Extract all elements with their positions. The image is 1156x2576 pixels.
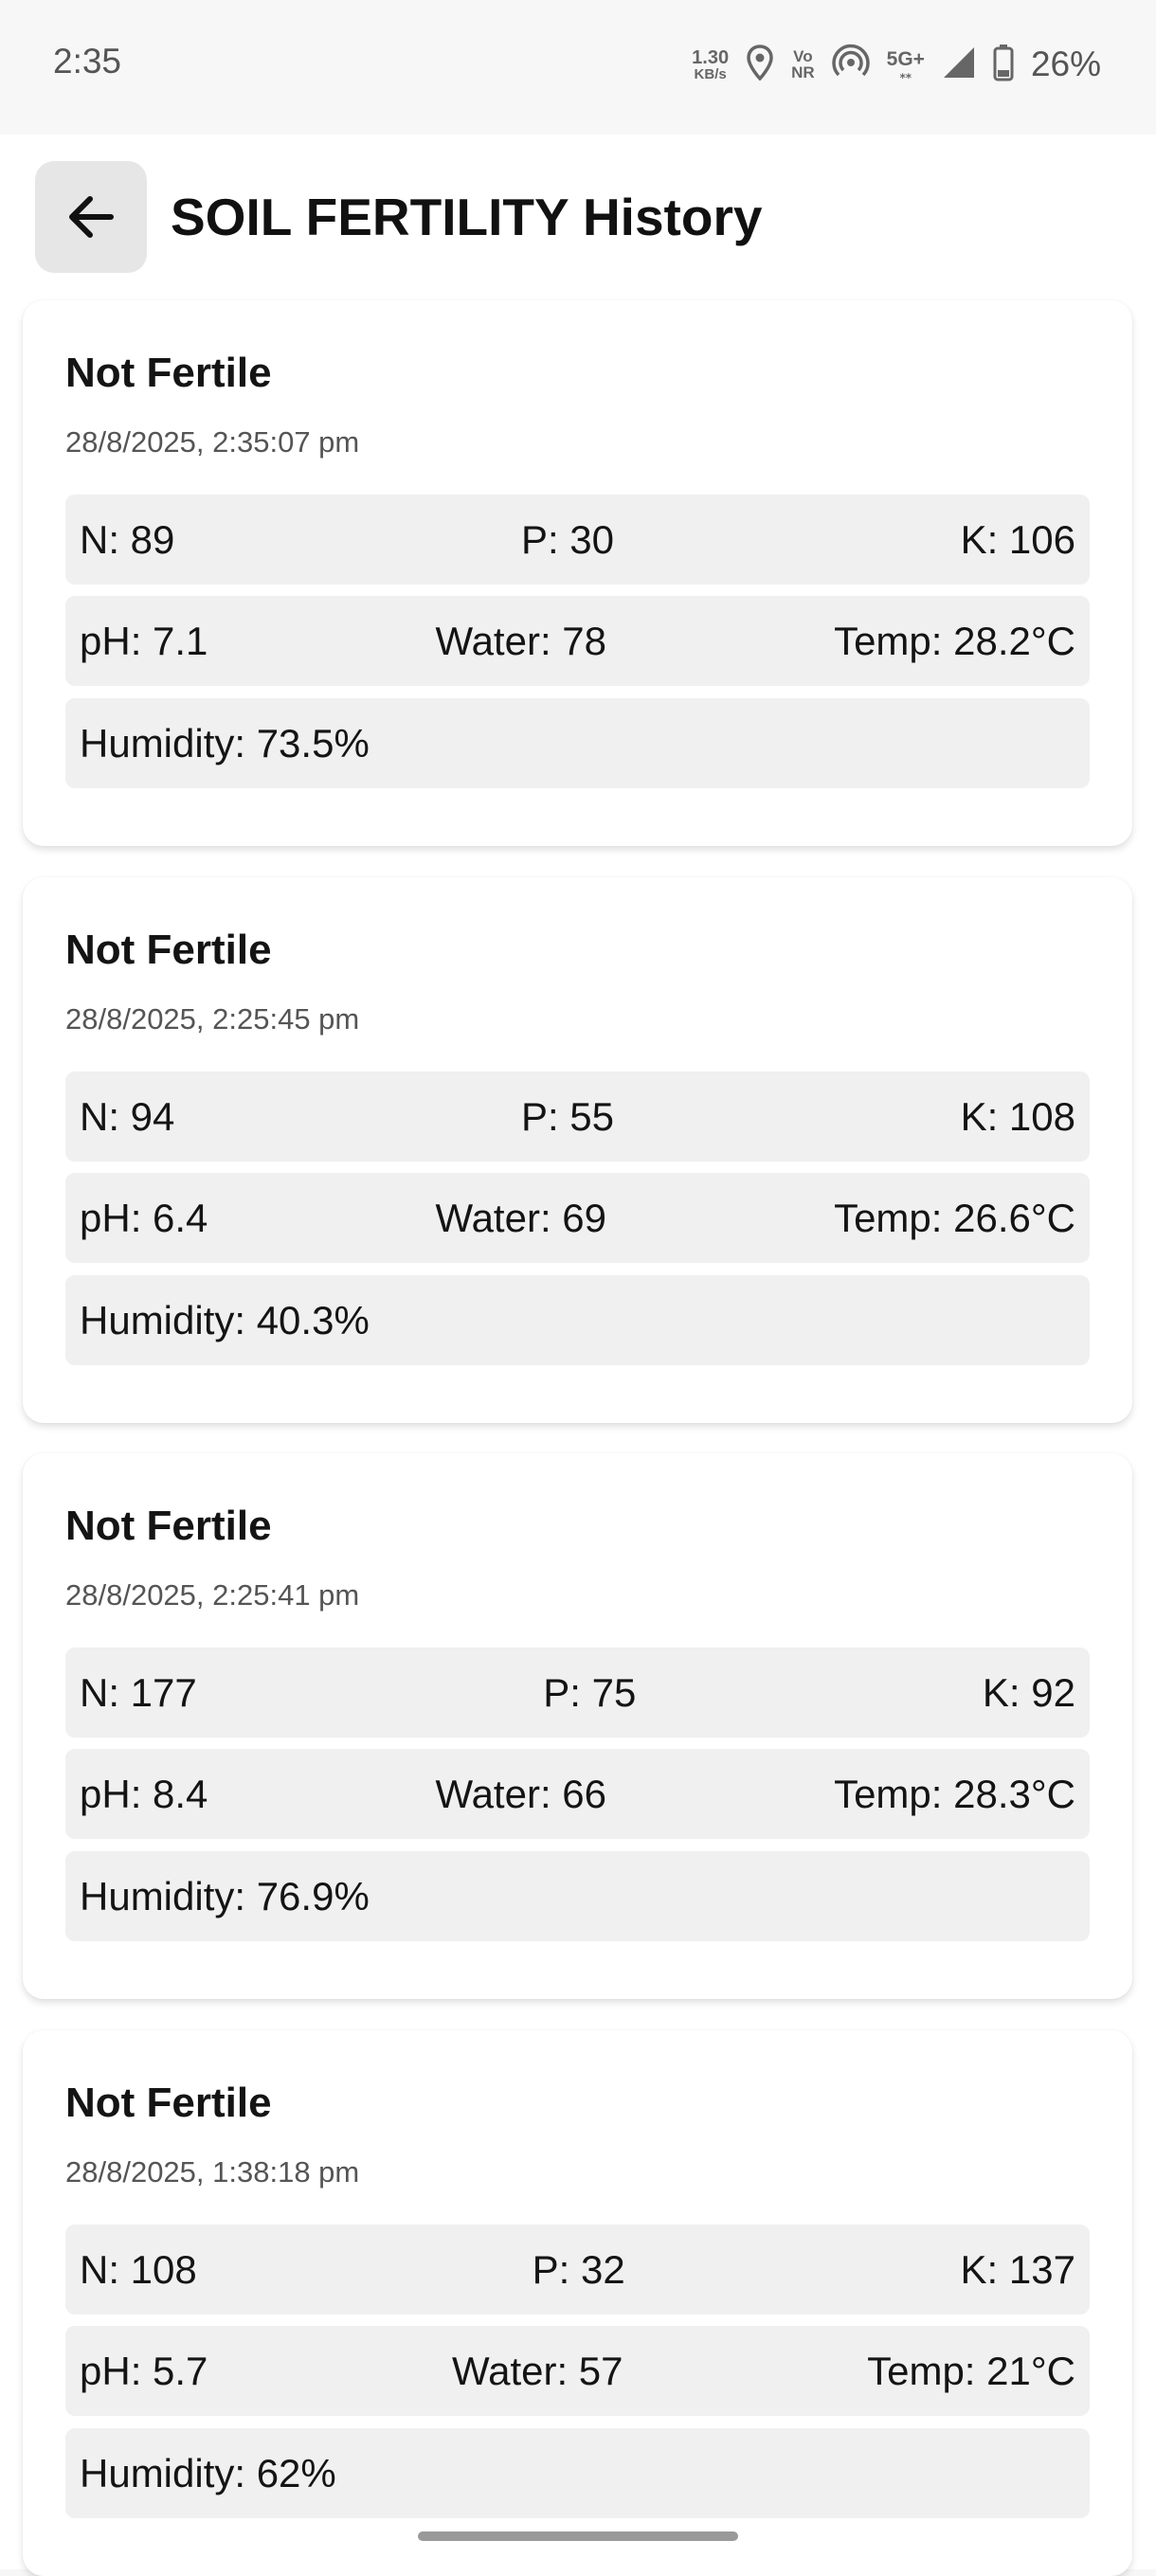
water-value: Water: 57 <box>452 2348 623 2393</box>
humidity-row: Humidity: 73.5% <box>65 698 1090 788</box>
npk-row: N: 89 P: 30 K: 106 <box>65 495 1090 585</box>
home-indicator[interactable] <box>418 2531 738 2541</box>
temperature-value: Temp: 26.6°C <box>834 1195 1075 1240</box>
npk-row: N: 108 P: 32 K: 137 <box>65 2225 1090 2315</box>
vonr-indicator: Vo NR <box>791 48 815 81</box>
humidity-row: Humidity: 62% <box>65 2428 1090 2518</box>
network-speed: 1.30 KB/s <box>692 48 729 81</box>
phosphorus-value: P: 32 <box>532 2246 625 2292</box>
history-card[interactable]: Not Fertile 28/8/2025, 2:35:07 pm N: 89 … <box>23 300 1132 846</box>
status-icons: 1.30 KB/s Vo NR 5G+ ⁎⁎ 26% <box>692 36 1101 93</box>
history-screen: SOIL FERTILITY History Not Fertile 28/8/… <box>0 135 1156 2576</box>
app-header: SOIL FERTILITY History <box>0 135 1156 296</box>
fertility-status: Not Fertile <box>65 1503 272 1549</box>
battery-icon <box>993 44 1014 86</box>
humidity-value: Humidity: 76.9% <box>80 1873 370 1918</box>
potassium-value: K: 92 <box>982 1669 1075 1715</box>
env-row: pH: 6.4 Water: 69 Temp: 26.6°C <box>65 1173 1090 1263</box>
status-bar: 2:35 1.30 KB/s Vo NR 5G+ ⁎⁎ 26% <box>0 0 1156 135</box>
ph-value: pH: 5.7 <box>80 2348 208 2393</box>
env-row: pH: 7.1 Water: 78 Temp: 28.2°C <box>65 596 1090 686</box>
history-card[interactable]: Not Fertile 28/8/2025, 2:25:45 pm N: 94 … <box>23 877 1132 1423</box>
npk-row: N: 177 P: 75 K: 92 <box>65 1648 1090 1738</box>
npk-row: N: 94 P: 55 K: 108 <box>65 1072 1090 1162</box>
network-speed-value: 1.30 <box>692 46 730 68</box>
page-title: SOIL FERTILITY History <box>171 188 763 246</box>
location-icon <box>746 44 774 85</box>
battery-percentage: 26% <box>1030 45 1101 83</box>
status-time: 2:35 <box>53 42 122 81</box>
water-value: Water: 78 <box>435 618 606 663</box>
vonr-top: Vo <box>793 47 813 65</box>
potassium-value: K: 108 <box>960 1093 1075 1139</box>
water-value: Water: 69 <box>435 1195 606 1240</box>
phosphorus-value: P: 30 <box>520 516 615 562</box>
vonr-bottom: NR <box>791 63 815 81</box>
nitrogen-value: N: 108 <box>80 2246 197 2292</box>
temperature-value: Temp: 21°C <box>867 2348 1075 2393</box>
humidity-row: Humidity: 40.3% <box>65 1275 1090 1365</box>
humidity-value: Humidity: 40.3% <box>80 1297 370 1342</box>
record-timestamp: 28/8/2025, 2:25:45 pm <box>65 1002 360 1036</box>
humidity-row: Humidity: 76.9% <box>65 1851 1090 1941</box>
back-button[interactable] <box>35 161 147 273</box>
humidity-value: Humidity: 73.5% <box>80 720 370 766</box>
history-card[interactable]: Not Fertile 28/8/2025, 2:25:41 pm N: 177… <box>23 1453 1132 1999</box>
ph-value: pH: 6.4 <box>80 1195 208 1240</box>
temperature-value: Temp: 28.2°C <box>834 618 1075 663</box>
nitrogen-value: N: 94 <box>80 1093 175 1139</box>
signal-icon <box>942 45 976 84</box>
ph-value: pH: 7.1 <box>80 618 208 663</box>
history-card[interactable]: Not Fertile 28/8/2025, 1:38:18 pm N: 108… <box>23 2030 1132 2576</box>
potassium-value: K: 106 <box>960 516 1075 562</box>
hotspot-icon <box>831 44 870 86</box>
network-speed-unit: KB/s <box>694 65 727 82</box>
env-row: pH: 8.4 Water: 66 Temp: 28.3°C <box>65 1749 1090 1839</box>
potassium-value: K: 137 <box>960 2246 1075 2292</box>
water-value: Water: 66 <box>435 1771 606 1816</box>
fertility-status: Not Fertile <box>65 927 272 973</box>
record-timestamp: 28/8/2025, 2:25:41 pm <box>65 1578 360 1612</box>
phosphorus-value: P: 75 <box>543 1669 637 1715</box>
record-timestamp: 28/8/2025, 1:38:18 pm <box>65 2155 360 2189</box>
env-row: pH: 5.7 Water: 57 Temp: 21°C <box>65 2326 1090 2416</box>
record-timestamp: 28/8/2025, 2:35:07 pm <box>65 425 360 459</box>
nitrogen-value: N: 177 <box>80 1669 197 1715</box>
fertility-status: Not Fertile <box>65 2080 272 2126</box>
temperature-value: Temp: 28.3°C <box>834 1771 1075 1816</box>
network-type-label: 5G+ <box>886 47 925 70</box>
phosphorus-value: P: 55 <box>520 1093 615 1139</box>
arrow-left-icon <box>69 196 114 238</box>
humidity-value: Humidity: 62% <box>80 2450 336 2495</box>
fertility-status: Not Fertile <box>65 350 272 396</box>
network-type: 5G+ ⁎⁎ <box>886 47 925 81</box>
ph-value: pH: 8.4 <box>80 1771 208 1816</box>
nitrogen-value: N: 89 <box>80 516 175 562</box>
